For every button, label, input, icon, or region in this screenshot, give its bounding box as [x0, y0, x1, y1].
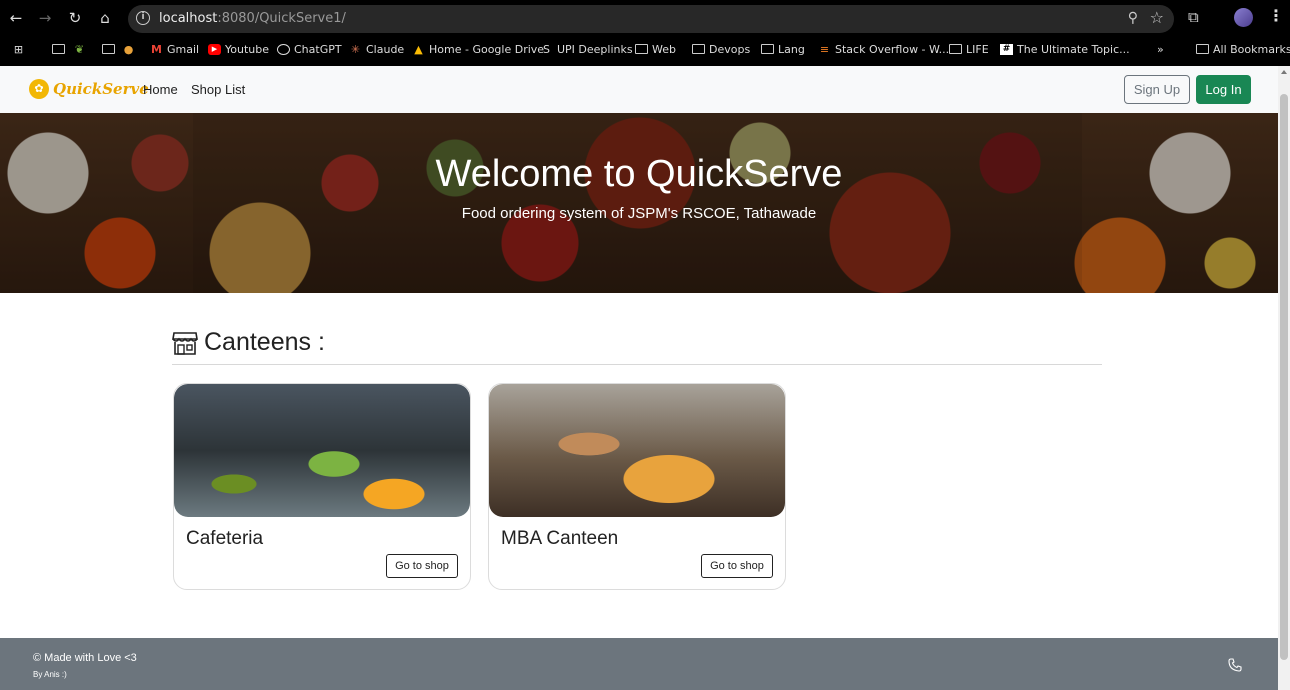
bookmark-youtube[interactable]: ▶ Youtube [208, 40, 269, 58]
bookmark-folder-lang[interactable]: Lang [761, 40, 805, 58]
bookmark-label: Lang [778, 42, 805, 56]
bookmark-label: Devops [709, 42, 751, 56]
url-text[interactable]: localhost:8080/QuickServe1/ [159, 11, 346, 26]
cookie-icon[interactable]: ● [122, 40, 135, 58]
bookmark-label: Home - Google Drive [429, 42, 545, 56]
hero-overlay [0, 113, 1278, 293]
address-bar[interactable]: i localhost:8080/QuickServe1/ ⚲ ☆ [128, 5, 1174, 33]
folder-icon [949, 44, 962, 54]
page-scrollbar[interactable] [1278, 66, 1290, 690]
signup-button[interactable]: Sign Up [1124, 75, 1190, 104]
bookmark-chatgpt[interactable]: ChatGPT [277, 40, 342, 58]
bookmark-label: LIFE [966, 42, 989, 56]
section-divider [172, 364, 1102, 365]
chatgpt-icon [277, 43, 290, 55]
youtube-icon: ▶ [208, 43, 221, 55]
card-title: Cafeteria [186, 528, 264, 549]
bookmarks-overflow-button[interactable]: » [1157, 40, 1164, 58]
gmail-icon: M [151, 42, 162, 56]
canteen-card-mba: MBA Canteen Go to shop [488, 383, 786, 590]
forward-icon[interactable]: → [35, 8, 55, 28]
upi-icon: S [543, 42, 550, 56]
stackoverflow-icon: ≡ [819, 42, 830, 56]
apps-icon[interactable]: ⊞ [12, 40, 25, 58]
scroll-thumb[interactable] [1280, 94, 1288, 660]
folder-icon [102, 44, 115, 54]
store-icon [172, 331, 198, 355]
canteens-heading-text: Canteens : [204, 328, 325, 356]
bookmark-label: Youtube [225, 42, 269, 56]
footer-credit: © Made with Love <3 [33, 652, 137, 664]
bookmark-drive[interactable]: ▲ Home - Google Drive [412, 40, 544, 58]
all-bookmarks-label: All Bookmarks [1213, 42, 1290, 56]
canteen-card-cafeteria: Cafeteria Go to shop [173, 383, 471, 590]
bookmark-label: UPI Deeplinks [557, 42, 633, 56]
profile-avatar[interactable] [1234, 8, 1253, 27]
bookmark-label: Stack Overflow - W... [835, 42, 950, 56]
folder-icon [52, 44, 65, 54]
page-content: ✿ QuickServe Home Shop List Sign Up Log … [0, 66, 1278, 690]
bookmark-folder[interactable] [52, 40, 65, 58]
logo-icon: ✿ [29, 79, 49, 99]
bookmark-stackoverflow[interactable]: ≡ Stack Overflow - W... [818, 40, 949, 58]
footer-author: By Anis :) [33, 670, 67, 679]
bookmark-folder[interactable] [102, 40, 115, 58]
hero-title: Welcome to QuickServe [435, 153, 843, 195]
bookmark-label: The Ultimate Topic... [1017, 42, 1130, 56]
bookmark-label: Gmail [167, 42, 200, 56]
phone-icon[interactable] [1228, 658, 1242, 672]
hero-banner: Welcome to QuickServe Food ordering syst… [0, 113, 1278, 293]
zoom-icon[interactable]: ⚲ [1128, 10, 1138, 26]
canteens-heading: Canteens : [172, 328, 325, 357]
bookmark-folder-devops[interactable]: Devops [692, 40, 750, 58]
drive-icon: ▲ [414, 42, 423, 56]
bookmark-folder-life[interactable]: LIFE [949, 40, 989, 58]
logo-text: QuickServe [53, 80, 149, 98]
bookmark-label: Claude [366, 42, 405, 56]
site-logo[interactable]: ✿ QuickServe [29, 79, 149, 99]
bookmarks-bar: ⊞ ❦ ● M Gmail ▶ Youtube ChatGPT ✳ Claude ▲ H… [0, 38, 1290, 60]
hero-subtitle: Food ordering system of JSPM's RSCOE, Ta… [461, 205, 817, 222]
site-footer: © Made with Love <3 By Anis :) [0, 638, 1278, 690]
url-path: :8080/QuickServe1/ [217, 11, 346, 26]
folder-icon [1196, 44, 1209, 54]
site-info-icon[interactable]: i [136, 11, 150, 25]
folder-icon [635, 44, 648, 54]
home-icon[interactable]: ⌂ [95, 8, 115, 28]
folder-icon [692, 44, 705, 54]
site-navbar: ✿ QuickServe Home Shop List Sign Up Log … [0, 66, 1278, 113]
bookmark-star-icon[interactable]: ☆ [1150, 8, 1164, 27]
nav-link-shop-list[interactable]: Shop List [191, 82, 245, 97]
sprout-icon[interactable]: ❦ [73, 40, 86, 58]
bookmark-folder-web[interactable]: Web [635, 40, 676, 58]
bookmark-label: ChatGPT [294, 42, 342, 56]
extensions-icon[interactable]: ⧉ [1188, 8, 1199, 26]
url-host: localhost [159, 11, 218, 26]
go-to-shop-button[interactable]: Go to shop [386, 554, 458, 578]
bookmark-upi[interactable]: S UPI Deeplinks [540, 40, 633, 58]
hashtag-icon: # [1000, 43, 1013, 55]
bookmark-gmail[interactable]: M Gmail [150, 40, 199, 58]
cafeteria-image [174, 384, 470, 517]
browser-menu-icon[interactable]: ⋮ [1268, 6, 1284, 25]
folder-icon [761, 44, 774, 54]
bookmark-label: Web [652, 42, 676, 56]
bookmark-claude[interactable]: ✳ Claude [349, 40, 404, 58]
bookmark-ultimate-topic[interactable]: # The Ultimate Topic... [1000, 40, 1130, 58]
login-button[interactable]: Log In [1196, 75, 1251, 104]
mba-canteen-image [489, 384, 785, 517]
browser-chrome: ← → ↻ ⌂ i localhost:8080/QuickServe1/ ⚲ … [0, 0, 1290, 66]
reload-icon[interactable]: ↻ [65, 8, 85, 28]
nav-link-home[interactable]: Home [143, 82, 178, 97]
card-title: MBA Canteen [501, 528, 619, 549]
all-bookmarks-button[interactable]: All Bookmarks [1196, 40, 1290, 58]
go-to-shop-button[interactable]: Go to shop [701, 554, 773, 578]
claude-icon: ✳ [350, 42, 361, 56]
chevron-double-right-icon: » [1157, 42, 1164, 56]
scroll-up-arrow-icon[interactable] [1281, 70, 1287, 74]
back-icon[interactable]: ← [6, 8, 26, 28]
